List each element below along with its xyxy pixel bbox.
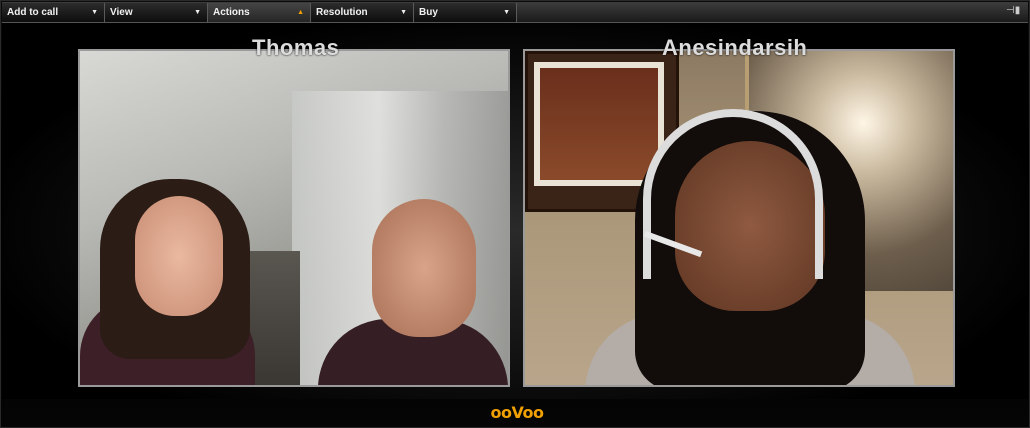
video-tile-right[interactable]	[523, 49, 955, 387]
chevron-down-icon: ▼	[194, 9, 201, 16]
oovoo-logo: ooVoo	[490, 403, 544, 422]
picture-frame	[534, 62, 664, 186]
menu-label: Add to call	[7, 7, 59, 18]
menu-buy[interactable]: Buy ▼	[414, 3, 517, 22]
menu-label: Actions	[213, 7, 250, 18]
participant-name: Thomas	[252, 35, 340, 60]
menu-add-to-call[interactable]: Add to call ▼	[2, 3, 105, 22]
menu-view[interactable]: View ▼	[105, 3, 208, 22]
menu-actions[interactable]: Actions ▲	[208, 3, 311, 22]
headset-icon	[643, 109, 823, 279]
menu-bar: Add to call ▼ View ▼ Actions ▲ Resolutio…	[2, 2, 1028, 23]
video-tile-left[interactable]	[78, 49, 510, 387]
video-stage: Thomas Anesindarsih	[2, 23, 1028, 399]
pin-icon[interactable]: ⊣▮	[1006, 5, 1020, 17]
menu-resolution[interactable]: Resolution ▼	[311, 3, 414, 22]
menu-label: Resolution	[316, 7, 368, 18]
menu-label: View	[110, 7, 133, 18]
menu-label: Buy	[419, 7, 438, 18]
chevron-up-icon: ▲	[297, 9, 304, 16]
app-window: Add to call ▼ View ▼ Actions ▲ Resolutio…	[0, 0, 1030, 428]
chevron-down-icon: ▼	[400, 9, 407, 16]
chevron-down-icon: ▼	[503, 9, 510, 16]
participant-name: Anesindarsih	[662, 35, 808, 60]
person-woman-face	[135, 196, 223, 316]
person-man-head	[372, 199, 476, 337]
chevron-down-icon: ▼	[91, 9, 98, 16]
